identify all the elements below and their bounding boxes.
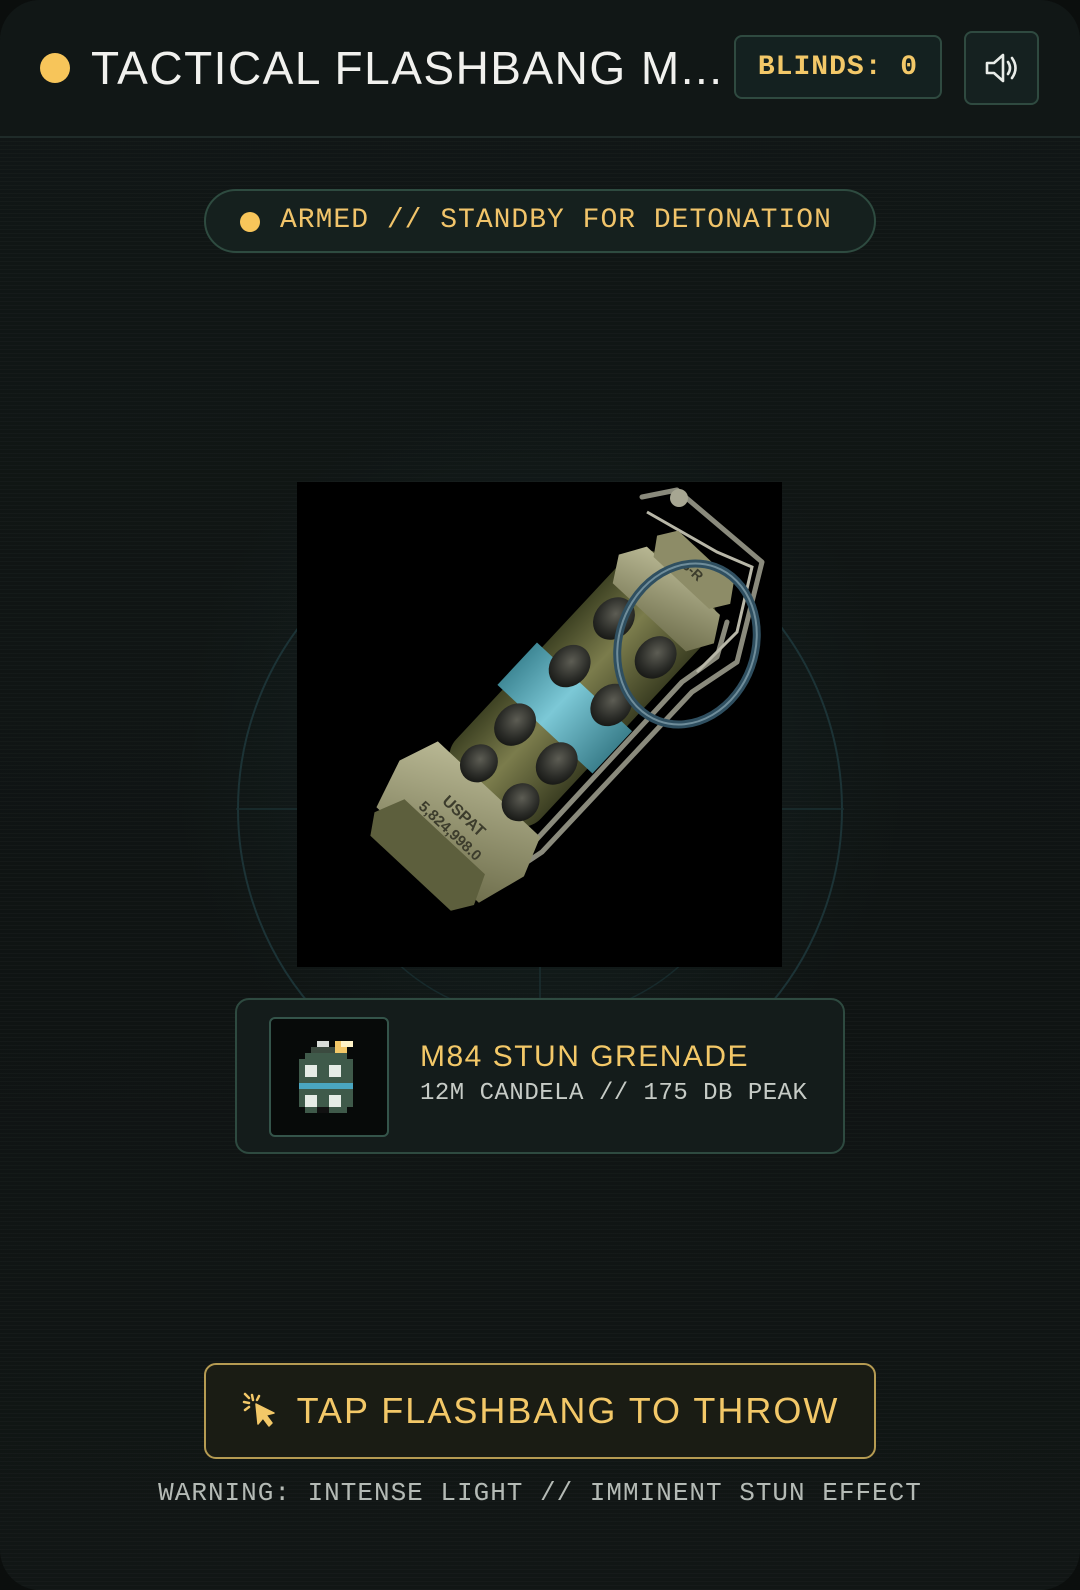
- sound-toggle-button[interactable]: [964, 31, 1039, 105]
- flashbang-app: TACTICAL FLASHBANG M... BLINDS: 0 ARMED …: [0, 0, 1080, 1590]
- item-name: M84 STUN GRENADE: [420, 1040, 750, 1073]
- app-title: TACTICAL FLASHBANG M...: [91, 42, 724, 94]
- speaker-volume-icon: [985, 53, 1017, 83]
- armed-status-pill: ARMED // STANDBY FOR DETONATION: [204, 189, 876, 253]
- blinds-counter-badge: BLINDS: 0: [734, 35, 942, 99]
- header-bar: TACTICAL FLASHBANG M... BLINDS: 0: [0, 0, 1080, 138]
- throw-flashbang-button[interactable]: TAP FLASHBANG TO THROW: [204, 1363, 876, 1459]
- warning-text: WARNING: INTENSE LIGHT // IMMINENT STUN …: [158, 1478, 922, 1508]
- status-indicator-dot: [40, 53, 70, 83]
- throw-button-label: TAP FLASHBANG TO THROW: [296, 1390, 840, 1431]
- tap-pointer-icon: [242, 1392, 275, 1427]
- pixel-grenade-icon: [299, 1041, 353, 1113]
- flashbang-grenade-image: USPAT 5,824,998.0 8-R: [370, 487, 765, 911]
- flashbang-grenade-button[interactable]: USPAT 5,824,998.0 8-R: [297, 482, 782, 967]
- item-thumbnail: [269, 1017, 389, 1137]
- item-info-card: M84 STUN GRENADE 12M CANDELA // 175 DB P…: [235, 998, 845, 1154]
- armed-status-dot: [240, 212, 260, 232]
- item-specs: 12M CANDELA // 175 DB PEAK: [420, 1080, 808, 1107]
- armed-status-text: ARMED // STANDBY FOR DETONATION: [280, 205, 832, 236]
